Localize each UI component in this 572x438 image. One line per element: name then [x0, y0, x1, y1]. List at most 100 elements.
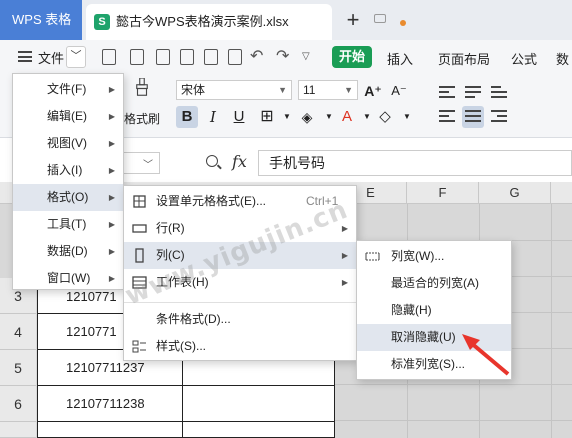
menu-item-format-cells[interactable]: 设置单元格格式(E)... Ctrl+1: [124, 188, 356, 215]
cell[interactable]: [183, 422, 335, 438]
export-pdf-icon[interactable]: [228, 49, 242, 65]
hamburger-icon[interactable]: [18, 51, 32, 62]
column-header-g[interactable]: G: [479, 182, 551, 204]
grid-line: [335, 384, 572, 385]
function-icon[interactable]: fx: [232, 152, 247, 171]
font-size-select[interactable]: 11 ▼: [298, 80, 358, 100]
menu-item-insert[interactable]: 插入(I) ▶: [13, 157, 123, 184]
column-header-f[interactable]: F: [407, 182, 479, 204]
chevron-right-icon: ▶: [341, 278, 348, 287]
cell[interactable]: 12107711238: [37, 386, 183, 422]
underline-button[interactable]: U: [228, 106, 250, 128]
document-title: 懿古今WPS表格演示案例.xlsx: [116, 14, 289, 29]
menu-item-autofit-width[interactable]: 最适合的列宽(A): [357, 270, 511, 297]
border-icon[interactable]: ⊞: [256, 106, 278, 128]
menu-item-hide[interactable]: 隐藏(H): [357, 297, 511, 324]
menu-item-label: 列(C): [156, 248, 185, 262]
row-header[interactable]: [0, 422, 36, 438]
open-folder-icon[interactable]: [130, 49, 144, 65]
row-icon: [132, 224, 147, 233]
chevron-down-icon: ▼: [344, 85, 353, 95]
decrease-font-icon[interactable]: A⁻: [388, 80, 410, 102]
row-header[interactable]: 6: [0, 386, 36, 422]
chevron-down-icon[interactable]: ▼: [396, 106, 418, 128]
app-tab[interactable]: WPS 表格: [0, 0, 82, 40]
menu-item-column[interactable]: 列(C) ▶: [124, 242, 356, 269]
tab-page-layout[interactable]: 页面布局: [438, 49, 490, 68]
menu-item-label: 视图(V): [47, 136, 87, 150]
chevron-down-icon[interactable]: ▼: [276, 106, 298, 128]
print-icon[interactable]: [180, 49, 194, 65]
print-preview-icon[interactable]: [204, 49, 218, 65]
menu-item-column-width[interactable]: 列宽(W)...: [357, 243, 511, 270]
row-header[interactable]: 5: [0, 350, 36, 386]
chevron-right-icon: ▶: [108, 193, 115, 202]
menu-item-format[interactable]: 格式(O) ▶: [13, 184, 123, 211]
more-dropdown-icon[interactable]: ▽: [302, 51, 310, 62]
file-menu-button[interactable]: 文件: [38, 48, 64, 67]
menu-item-view[interactable]: 视图(V) ▶: [13, 130, 123, 157]
italic-button[interactable]: I: [202, 106, 224, 128]
style-icon: [132, 340, 146, 353]
font-name-select[interactable]: 宋体 ▼: [176, 80, 292, 100]
tab-data[interactable]: 数: [556, 49, 569, 68]
chevron-right-icon: ▶: [108, 85, 115, 94]
font-color-icon[interactable]: A: [336, 106, 358, 128]
menu-item-sheet[interactable]: 工作表(H) ▶: [124, 269, 356, 296]
format-cells-icon: [133, 195, 146, 208]
format-painter-label[interactable]: 格式刷: [124, 110, 160, 127]
undo-icon[interactable]: ↶: [250, 46, 263, 66]
align-middle-icon[interactable]: [462, 82, 484, 104]
save-icon[interactable]: [156, 49, 170, 65]
tab-formula[interactable]: 公式: [511, 49, 537, 68]
chevron-right-icon: ▶: [341, 251, 348, 260]
menu-item-style[interactable]: 样式(S)...: [124, 333, 356, 360]
menu-item-data[interactable]: 数据(D) ▶: [13, 238, 123, 265]
spreadsheet-icon: S: [94, 14, 110, 30]
menu-item-label: 数据(D): [47, 244, 88, 258]
align-top-icon[interactable]: [436, 82, 458, 104]
chevron-right-icon: ▶: [108, 166, 115, 175]
menu-item-file[interactable]: 文件(F) ▶: [13, 76, 123, 103]
menu-item-conditional-format[interactable]: 条件格式(D)...: [124, 306, 356, 333]
format-painter-icon[interactable]: [134, 78, 150, 96]
align-center-icon[interactable]: [462, 106, 484, 128]
font-size-value: 11: [303, 83, 316, 97]
menu-item-tools[interactable]: 工具(T) ▶: [13, 211, 123, 238]
menu-item-window[interactable]: 窗口(W) ▶: [13, 265, 123, 292]
chevron-down-icon[interactable]: ﹀: [66, 46, 86, 68]
menu-item-edit[interactable]: 编辑(E) ▶: [13, 103, 123, 130]
start-tab[interactable]: 开始: [332, 46, 372, 68]
menu-item-label: 行(R): [156, 221, 185, 235]
new-file-icon[interactable]: [102, 49, 116, 65]
eraser-icon[interactable]: ◇: [374, 106, 396, 128]
menu-separator: [124, 302, 356, 303]
name-box-dropdown[interactable]: ﹀: [120, 152, 160, 174]
document-tab[interactable]: S 懿古今WPS表格演示案例.xlsx: [86, 4, 406, 40]
chevron-right-icon: ▶: [341, 224, 348, 233]
menu-item-label: 窗口(W): [47, 271, 91, 285]
menu-item-label: 隐藏(H): [391, 303, 432, 317]
redo-icon[interactable]: ↷: [276, 46, 289, 66]
menu-item-label: 插入(I): [47, 163, 83, 177]
file-dropdown-menu: 文件(F) ▶ 编辑(E) ▶ 视图(V) ▶ 插入(I) ▶ 格式(O) ▶ 工具(T)…: [12, 73, 124, 290]
formula-input[interactable]: 手机号码: [258, 150, 572, 176]
align-right-icon[interactable]: [488, 106, 510, 128]
cell[interactable]: [183, 386, 335, 422]
fill-color-icon[interactable]: ◈: [296, 106, 318, 128]
monitor-icon[interactable]: [374, 14, 386, 23]
menu-item-label: 标准列宽(S)...: [391, 357, 465, 371]
new-tab-button[interactable]: +: [342, 6, 364, 34]
cell[interactable]: [37, 422, 183, 438]
zoom-icon[interactable]: [206, 155, 218, 167]
bold-button[interactable]: B: [176, 106, 198, 128]
title-tab-bar: WPS 表格 S 懿古今WPS表格演示案例.xlsx +: [0, 0, 572, 40]
row-header[interactable]: 4: [0, 314, 36, 350]
increase-font-icon[interactable]: A⁺: [362, 80, 384, 102]
tab-insert[interactable]: 插入: [387, 49, 413, 68]
menu-item-row[interactable]: 行(R) ▶: [124, 215, 356, 242]
menu-item-label: 工具(T): [47, 217, 87, 231]
align-bottom-icon[interactable]: [488, 82, 510, 104]
menu-item-label: 格式(O): [47, 190, 89, 204]
align-left-icon[interactable]: [436, 106, 458, 128]
